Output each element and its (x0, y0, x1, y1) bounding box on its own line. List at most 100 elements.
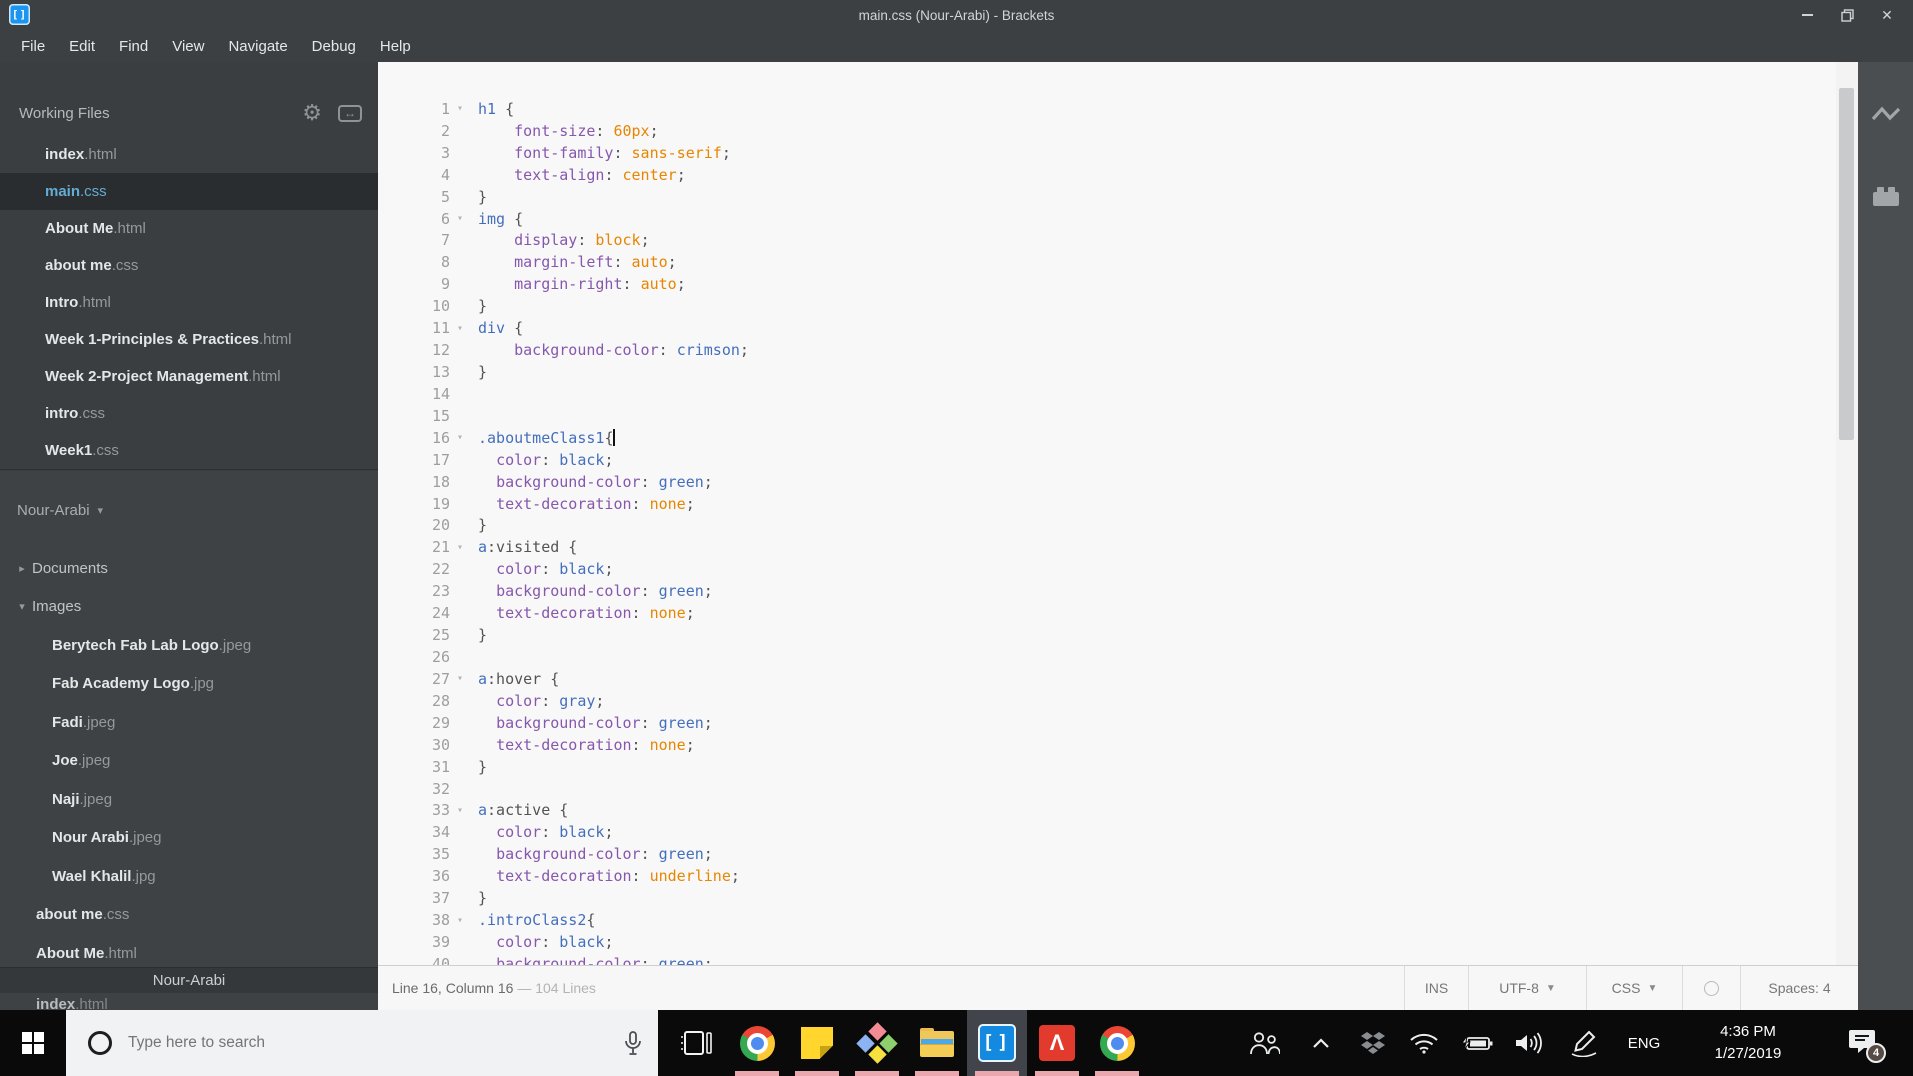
working-file-index-html[interactable]: index .html (0, 136, 378, 173)
tree-file-naji-jpeg[interactable]: Naji .jpeg (0, 780, 378, 819)
line-number[interactable]: 4 (378, 166, 450, 184)
line-number[interactable]: 24 (378, 604, 450, 622)
line-number[interactable]: 27 (378, 670, 450, 688)
code-line-24[interactable]: 24 text-decoration: none; (378, 602, 1836, 624)
line-number[interactable]: 37 (378, 889, 450, 907)
fold-arrow-icon[interactable]: ▾ (450, 432, 470, 443)
code-line-31[interactable]: 31} (378, 756, 1836, 778)
working-file-intro-css[interactable]: intro .css (0, 395, 378, 432)
code-line-7[interactable]: 7 display: block; (378, 230, 1836, 252)
code-line-21[interactable]: 21 ▾ a:visited { (378, 536, 1836, 558)
menu-find[interactable]: Find (107, 30, 160, 62)
line-number[interactable]: 34 (378, 823, 450, 841)
tree-file-about-me-css[interactable]: about me .css (0, 896, 378, 935)
code-line-1[interactable]: 1 ▾ h1 { (378, 98, 1836, 120)
line-number[interactable]: 18 (378, 473, 450, 491)
tree-file-fadi-jpeg[interactable]: Fadi .jpeg (0, 703, 378, 742)
close-button[interactable]: ✕ (1867, 0, 1907, 30)
line-number[interactable]: 23 (378, 582, 450, 600)
working-file-intro-html[interactable]: Intro .html (0, 284, 378, 321)
line-number[interactable]: 36 (378, 867, 450, 885)
code-line-29[interactable]: 29 background-color: green; (378, 712, 1836, 734)
line-number[interactable]: 11 (378, 319, 450, 337)
code-line-3[interactable]: 3 font-family: sans-serif; (378, 142, 1836, 164)
code-line-39[interactable]: 39 color: black; (378, 931, 1836, 953)
line-number[interactable]: 29 (378, 714, 450, 732)
live-preview-button[interactable] (1858, 90, 1913, 142)
line-number[interactable]: 7 (378, 231, 450, 249)
tree-folder-documents[interactable]: ▸ Documents (0, 549, 378, 588)
fold-arrow-icon[interactable]: ▾ (450, 805, 470, 816)
working-file-about-me-html[interactable]: About Me .html (0, 210, 378, 247)
code-line-12[interactable]: 12 background-color: crimson; (378, 339, 1836, 361)
line-number[interactable]: 1 (378, 100, 450, 118)
extension-manager-button[interactable] (1858, 170, 1913, 222)
line-number[interactable]: 26 (378, 648, 450, 666)
code-line-34[interactable]: 34 color: black; (378, 821, 1836, 843)
action-center-button[interactable]: 4 (1833, 1010, 1893, 1076)
line-number[interactable]: 21 (378, 538, 450, 556)
menu-debug[interactable]: Debug (300, 30, 368, 62)
taskbar-app-file-explorer[interactable] (907, 1010, 967, 1076)
tree-file-fab-academy-logo-jpg[interactable]: Fab Academy Logo .jpg (0, 665, 378, 704)
code-line-9[interactable]: 9 margin-right: auto; (378, 273, 1836, 295)
code-line-11[interactable]: 11 ▾ div { (378, 317, 1836, 339)
line-number[interactable]: 20 (378, 516, 450, 534)
code-line-5[interactable]: 5} (378, 186, 1836, 208)
clock[interactable]: 4:36 PM 1/27/2019 (1673, 1021, 1823, 1066)
line-number[interactable]: 10 (378, 297, 450, 315)
working-file-week1-css[interactable]: Week1 .css (0, 432, 378, 469)
tree-folder-images[interactable]: ▾ Images (0, 588, 378, 627)
minimize-button[interactable] (1787, 0, 1827, 30)
line-number[interactable]: 6 (378, 210, 450, 228)
taskbar-search[interactable] (66, 1010, 658, 1076)
line-number[interactable]: 2 (378, 122, 450, 140)
fold-arrow-icon[interactable]: ▾ (450, 542, 470, 553)
line-number[interactable]: 31 (378, 758, 450, 776)
search-input[interactable] (128, 1034, 624, 1052)
working-file-week-1-principles-practices-html[interactable]: Week 1-Principles & Practices .html (0, 321, 378, 358)
project-bottom-bar[interactable]: Nour-Arabi (0, 967, 378, 993)
code-line-37[interactable]: 37} (378, 887, 1836, 909)
code-line-38[interactable]: 38 ▾ .introClass2{ (378, 909, 1836, 931)
line-number[interactable]: 9 (378, 275, 450, 293)
line-number[interactable]: 35 (378, 845, 450, 863)
tree-file-wael-khalil-jpg[interactable]: Wael Khalil .jpg (0, 857, 378, 896)
taskbar-app-brackets[interactable]: [] (967, 1010, 1027, 1076)
line-number[interactable]: 12 (378, 341, 450, 359)
code-line-6[interactable]: 6 ▾ img { (378, 208, 1836, 230)
taskbar-app-sticky-notes[interactable] (787, 1010, 847, 1076)
code-line-36[interactable]: 36 text-decoration: underline; (378, 865, 1836, 887)
code-line-33[interactable]: 33 ▾ a:active { (378, 800, 1836, 822)
line-number[interactable]: 15 (378, 407, 450, 425)
code-editor[interactable]: 1 ▾ h1 {2 font-size: 60px; 3 font-family: s… (378, 62, 1836, 965)
tray-dropbox[interactable] (1349, 1010, 1397, 1076)
working-file-main-css[interactable]: main .css (0, 173, 378, 210)
taskbar-app-chrome-1[interactable] (727, 1010, 787, 1076)
code-line-17[interactable]: 17 color: black; (378, 449, 1836, 471)
line-number[interactable]: 19 (378, 495, 450, 513)
tree-file-joe-jpeg[interactable]: Joe .jpeg (0, 742, 378, 781)
taskbar-app-paint-app[interactable] (847, 1010, 907, 1076)
line-number[interactable]: 40 (378, 955, 450, 965)
fold-arrow-icon[interactable]: ▾ (450, 213, 470, 224)
code-line-27[interactable]: 27 ▾ a:hover { (378, 668, 1836, 690)
indent-setting[interactable]: Spaces: 4 (1740, 966, 1858, 1010)
tray-volume[interactable] (1503, 1010, 1553, 1076)
line-number[interactable]: 17 (378, 451, 450, 469)
gear-icon[interactable]: ⚙ (302, 102, 322, 124)
menu-view[interactable]: View (160, 30, 216, 62)
line-number[interactable]: 30 (378, 736, 450, 754)
tree-file-nour-arabi-jpeg[interactable]: Nour Arabi .jpeg (0, 819, 378, 858)
start-button[interactable] (0, 1010, 66, 1076)
fold-arrow-icon[interactable]: ▾ (450, 915, 470, 926)
microphone-icon[interactable] (624, 1030, 642, 1057)
code-line-26[interactable]: 26 (378, 646, 1836, 668)
code-line-35[interactable]: 35 background-color: green; (378, 843, 1836, 865)
code-line-14[interactable]: 14 (378, 383, 1836, 405)
code-line-32[interactable]: 32 (378, 778, 1836, 800)
tray-people[interactable] (1235, 1010, 1293, 1076)
fold-arrow-icon[interactable]: ▾ (450, 323, 470, 334)
tray-battery[interactable] (1451, 1010, 1503, 1076)
line-number[interactable]: 33 (378, 801, 450, 819)
